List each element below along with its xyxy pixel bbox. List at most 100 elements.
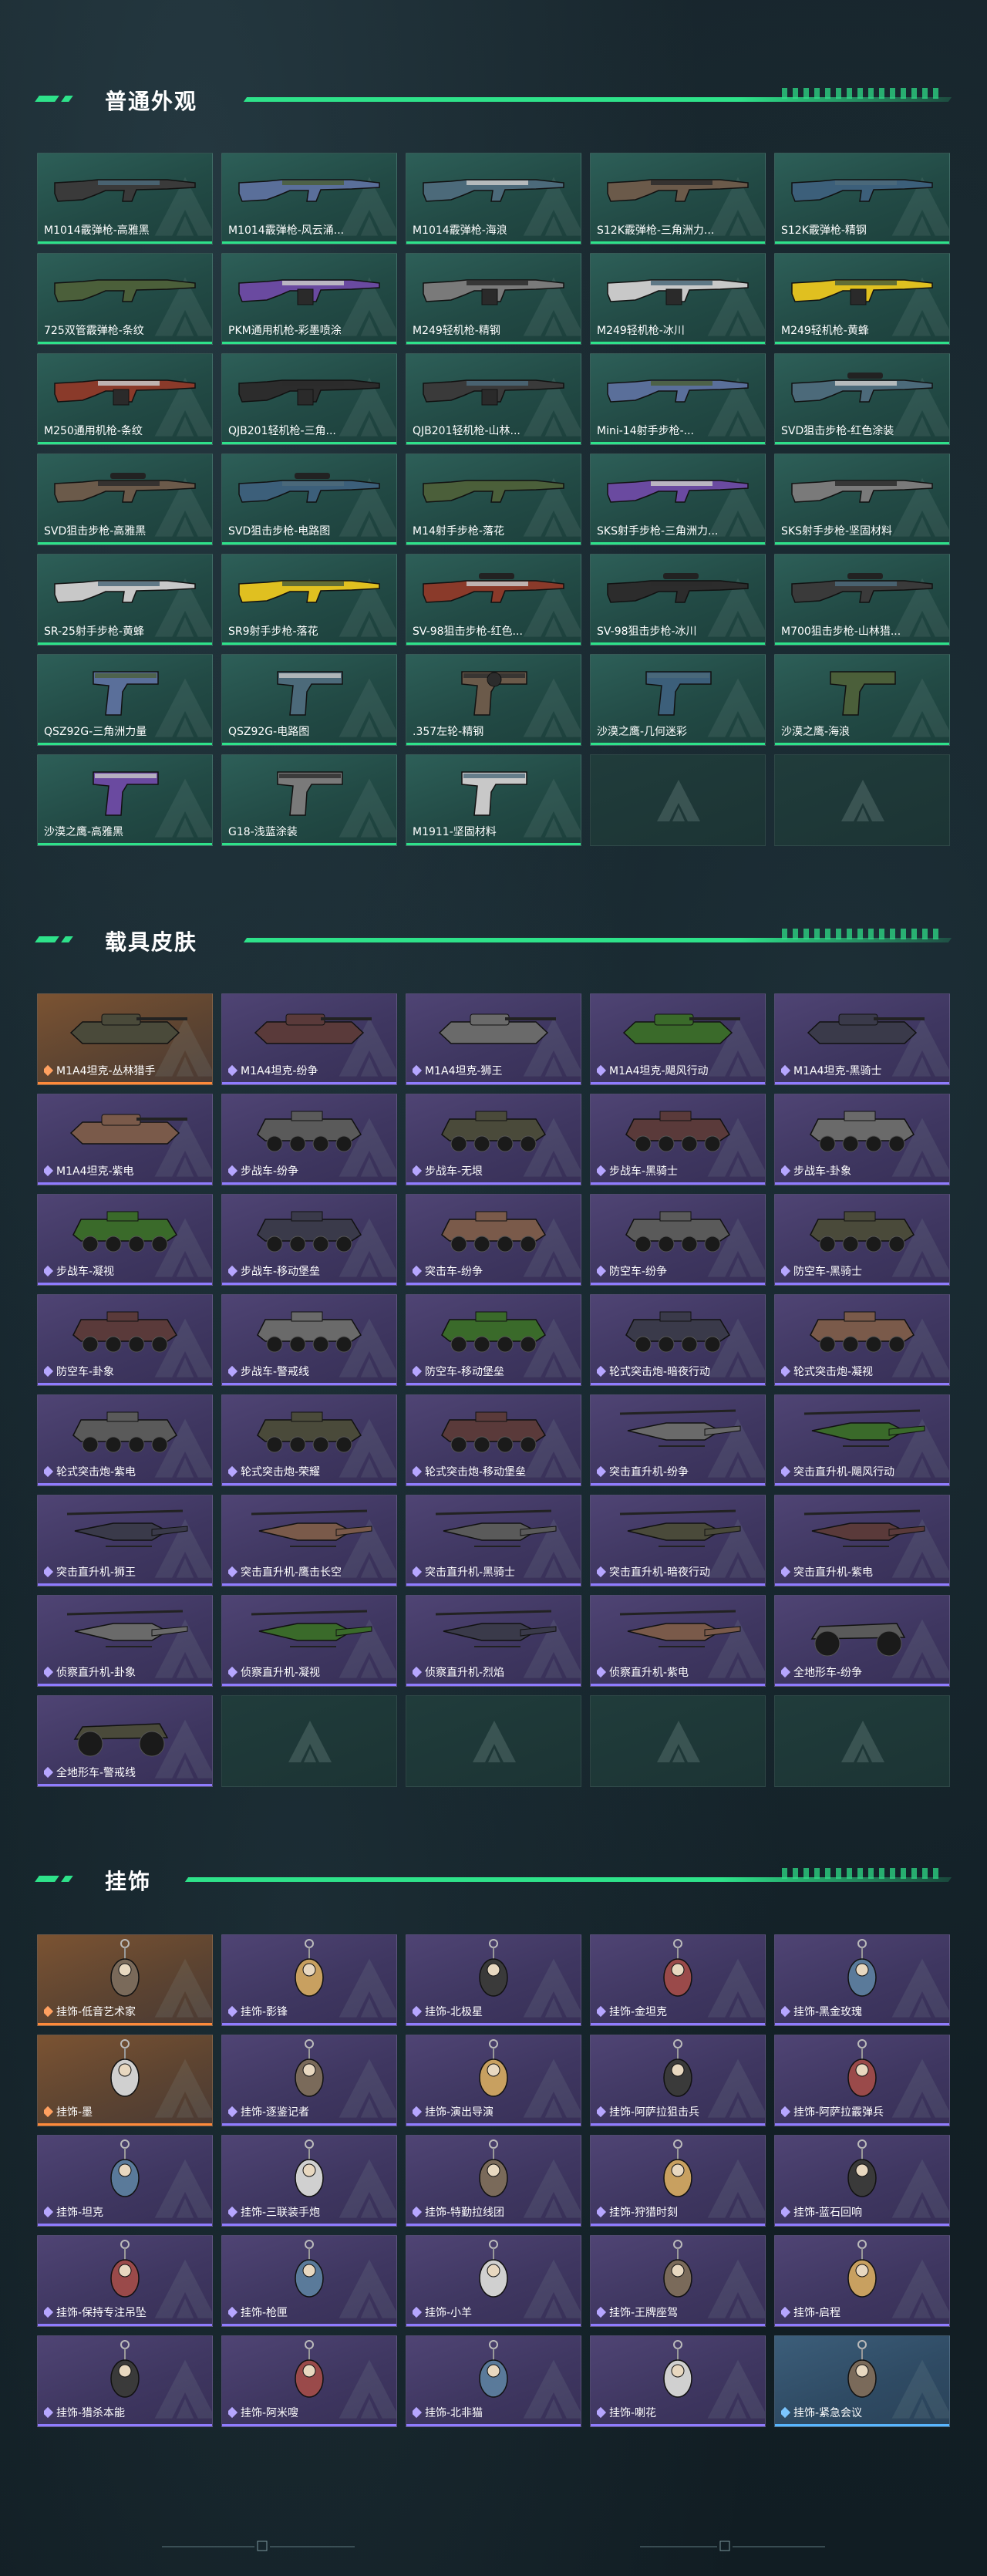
- item-name: QSZ92G-三角洲力量: [44, 726, 147, 738]
- item-card[interactable]: SVD狙击步枪-电路图: [221, 453, 397, 545]
- item-card[interactable]: SVD狙击步枪-高雅黑: [37, 453, 213, 545]
- item-card[interactable]: 挂饰-坦克: [37, 2135, 213, 2227]
- item-card[interactable]: M1A4坦克-纷争: [221, 993, 397, 1085]
- item-card[interactable]: 挂饰-阿萨拉霰弹兵: [774, 2035, 950, 2126]
- item-card[interactable]: M1911-坚固材料: [406, 754, 581, 846]
- item-card[interactable]: 轮式突击炮-荣耀: [221, 1394, 397, 1486]
- item-card[interactable]: 挂饰-影锋: [221, 1934, 397, 2026]
- item-card[interactable]: M249轻机枪-精钢: [406, 253, 581, 345]
- item-card[interactable]: 侦察直升机-凝视: [221, 1595, 397, 1687]
- item-card[interactable]: M700狙击步枪-山林猎...: [774, 554, 950, 646]
- item-card[interactable]: 侦察直升机-烈焰: [406, 1595, 581, 1687]
- item-card[interactable]: Mini-14射手步枪-...: [590, 353, 766, 445]
- item-card[interactable]: QJB201轻机枪-三角...: [221, 353, 397, 445]
- rarity-diamond-icon: [781, 1265, 791, 1277]
- item-card[interactable]: M249轻机枪-黄蜂: [774, 253, 950, 345]
- item-card[interactable]: 侦察直升机-卦象: [37, 1595, 213, 1687]
- item-card[interactable]: 挂饰-黑金玫瑰: [774, 1934, 950, 2026]
- rarity-diamond-icon: [228, 2306, 238, 2318]
- item-card[interactable]: PKM通用机枪-彩墨喷涂: [221, 253, 397, 345]
- item-card[interactable]: M1A4坦克-紫电: [37, 1094, 213, 1185]
- item-card[interactable]: M1014霰弹枪-海浪: [406, 153, 581, 244]
- item-card[interactable]: 全地形车-纷争: [774, 1595, 950, 1687]
- item-card[interactable]: M1014霰弹枪-高雅黑: [37, 153, 213, 244]
- item-card[interactable]: QJB201轻机枪-山林...: [406, 353, 581, 445]
- item-card[interactable]: SKS射手步枪-坚固材料: [774, 453, 950, 545]
- item-card[interactable]: M14射手步枪-落花: [406, 453, 581, 545]
- item-card[interactable]: 挂饰-小羊: [406, 2235, 581, 2327]
- item-card[interactable]: 挂饰-阿萨拉狙击兵: [590, 2035, 766, 2126]
- section-header-vehicles: 载具皮肤: [35, 922, 952, 956]
- item-card[interactable]: 轮式突击炮-凝视: [774, 1294, 950, 1386]
- item-card[interactable]: 挂饰-逐鉴记者: [221, 2035, 397, 2126]
- item-card[interactable]: SKS射手步枪-三角洲力...: [590, 453, 766, 545]
- item-card[interactable]: 725双管霰弹枪-条纹: [37, 253, 213, 345]
- item-card[interactable]: S12K霰弹枪-精钢: [774, 153, 950, 244]
- item-card[interactable]: 沙漠之鹰-海浪: [774, 654, 950, 746]
- item-card[interactable]: 挂饰-三联装手炮: [221, 2135, 397, 2227]
- item-card[interactable]: 挂饰-狩猎时刻: [590, 2135, 766, 2227]
- item-card[interactable]: 挂饰-金坦克: [590, 1934, 766, 2026]
- item-card[interactable]: M1A4坦克-狮王: [406, 993, 581, 1085]
- item-card[interactable]: M1A4坦克-飓风行动: [590, 993, 766, 1085]
- item-card[interactable]: M1A4坦克-黑骑士: [774, 993, 950, 1085]
- item-card[interactable]: 挂饰-猎杀本能: [37, 2335, 213, 2427]
- item-card[interactable]: 突击直升机-纷争: [590, 1394, 766, 1486]
- item-card[interactable]: SV-98狙击步枪-红色...: [406, 554, 581, 646]
- item-card[interactable]: 侦察直升机-紫电: [590, 1595, 766, 1687]
- item-card[interactable]: 挂饰-启程: [774, 2235, 950, 2327]
- item-card[interactable]: M250通用机枪-条纹: [37, 353, 213, 445]
- item-card[interactable]: 步战车-凝视: [37, 1194, 213, 1286]
- item-card[interactable]: 挂饰-低音艺术家: [37, 1934, 213, 2026]
- item-card[interactable]: 突击直升机-鹰击长空: [221, 1495, 397, 1586]
- item-card[interactable]: S12K霰弹枪-三角洲力...: [590, 153, 766, 244]
- item-card[interactable]: M249轻机枪-冰川: [590, 253, 766, 345]
- item-card[interactable]: 突击直升机-狮王: [37, 1495, 213, 1586]
- item-card[interactable]: 挂饰-王牌座驾: [590, 2235, 766, 2327]
- item-card[interactable]: 挂饰-北非猫: [406, 2335, 581, 2427]
- item-card[interactable]: G18-浅蓝涂装: [221, 754, 397, 846]
- item-card[interactable]: 轮式突击炮-暗夜行动: [590, 1294, 766, 1386]
- item-card[interactable]: 防空车-移动堡垒: [406, 1294, 581, 1386]
- item-card[interactable]: SR-25射手步枪-黄蜂: [37, 554, 213, 646]
- item-card[interactable]: M1A4坦克-丛林猎手: [37, 993, 213, 1085]
- item-card[interactable]: 步战车-移动堡垒: [221, 1194, 397, 1286]
- item-card[interactable]: 步战车-黑骑士: [590, 1094, 766, 1185]
- item-card[interactable]: 突击直升机-紫电: [774, 1495, 950, 1586]
- item-card[interactable]: 突击车-纷争: [406, 1194, 581, 1286]
- item-card[interactable]: 防空车-卦象: [37, 1294, 213, 1386]
- item-card[interactable]: 挂饰-阿米嗖: [221, 2335, 397, 2427]
- item-card[interactable]: 挂饰-演出导演: [406, 2035, 581, 2126]
- item-card[interactable]: SR9射手步枪-落花: [221, 554, 397, 646]
- item-card[interactable]: 挂饰-喇花: [590, 2335, 766, 2427]
- item-card[interactable]: 挂饰-蓝石回响: [774, 2135, 950, 2227]
- item-card[interactable]: 挂饰-保持专注吊坠: [37, 2235, 213, 2327]
- item-card[interactable]: 突击直升机-暗夜行动: [590, 1495, 766, 1586]
- item-card[interactable]: 步战车-警戒线: [221, 1294, 397, 1386]
- item-card[interactable]: 挂饰-枪匣: [221, 2235, 397, 2327]
- item-card[interactable]: 全地形车-警戒线: [37, 1695, 213, 1787]
- section-header-weapons: 普通外观: [35, 82, 952, 116]
- item-card[interactable]: 挂饰-紧急会议: [774, 2335, 950, 2427]
- item-card[interactable]: 沙漠之鹰-高雅黑: [37, 754, 213, 846]
- item-label: M1A4坦克-丛林猎手: [44, 1063, 207, 1078]
- item-card[interactable]: 步战车-纷争: [221, 1094, 397, 1185]
- item-card[interactable]: 突击直升机-飓风行动: [774, 1394, 950, 1486]
- item-card[interactable]: SVD狙击步枪-红色涂装: [774, 353, 950, 445]
- item-card[interactable]: 步战车-卦象: [774, 1094, 950, 1185]
- item-card[interactable]: 防空车-纷争: [590, 1194, 766, 1286]
- item-card[interactable]: SV-98狙击步枪-冰川: [590, 554, 766, 646]
- item-card[interactable]: 突击直升机-黑骑士: [406, 1495, 581, 1586]
- item-card[interactable]: 轮式突击炮-紫电: [37, 1394, 213, 1486]
- item-card[interactable]: QSZ92G-电路图: [221, 654, 397, 746]
- item-card[interactable]: 沙漠之鹰-几何迷彩: [590, 654, 766, 746]
- item-card[interactable]: 轮式突击炮-移动堡垒: [406, 1394, 581, 1486]
- item-card[interactable]: 步战车-无垠: [406, 1094, 581, 1185]
- item-card[interactable]: 防空车-黑骑士: [774, 1194, 950, 1286]
- item-card[interactable]: 挂饰-墨: [37, 2035, 213, 2126]
- item-card[interactable]: 挂饰-特勤拉线团: [406, 2135, 581, 2227]
- item-card[interactable]: QSZ92G-三角洲力量: [37, 654, 213, 746]
- item-card[interactable]: M1014霰弹枪-风云涌...: [221, 153, 397, 244]
- item-card[interactable]: .357左轮-精钢: [406, 654, 581, 746]
- item-card[interactable]: 挂饰-北极星: [406, 1934, 581, 2026]
